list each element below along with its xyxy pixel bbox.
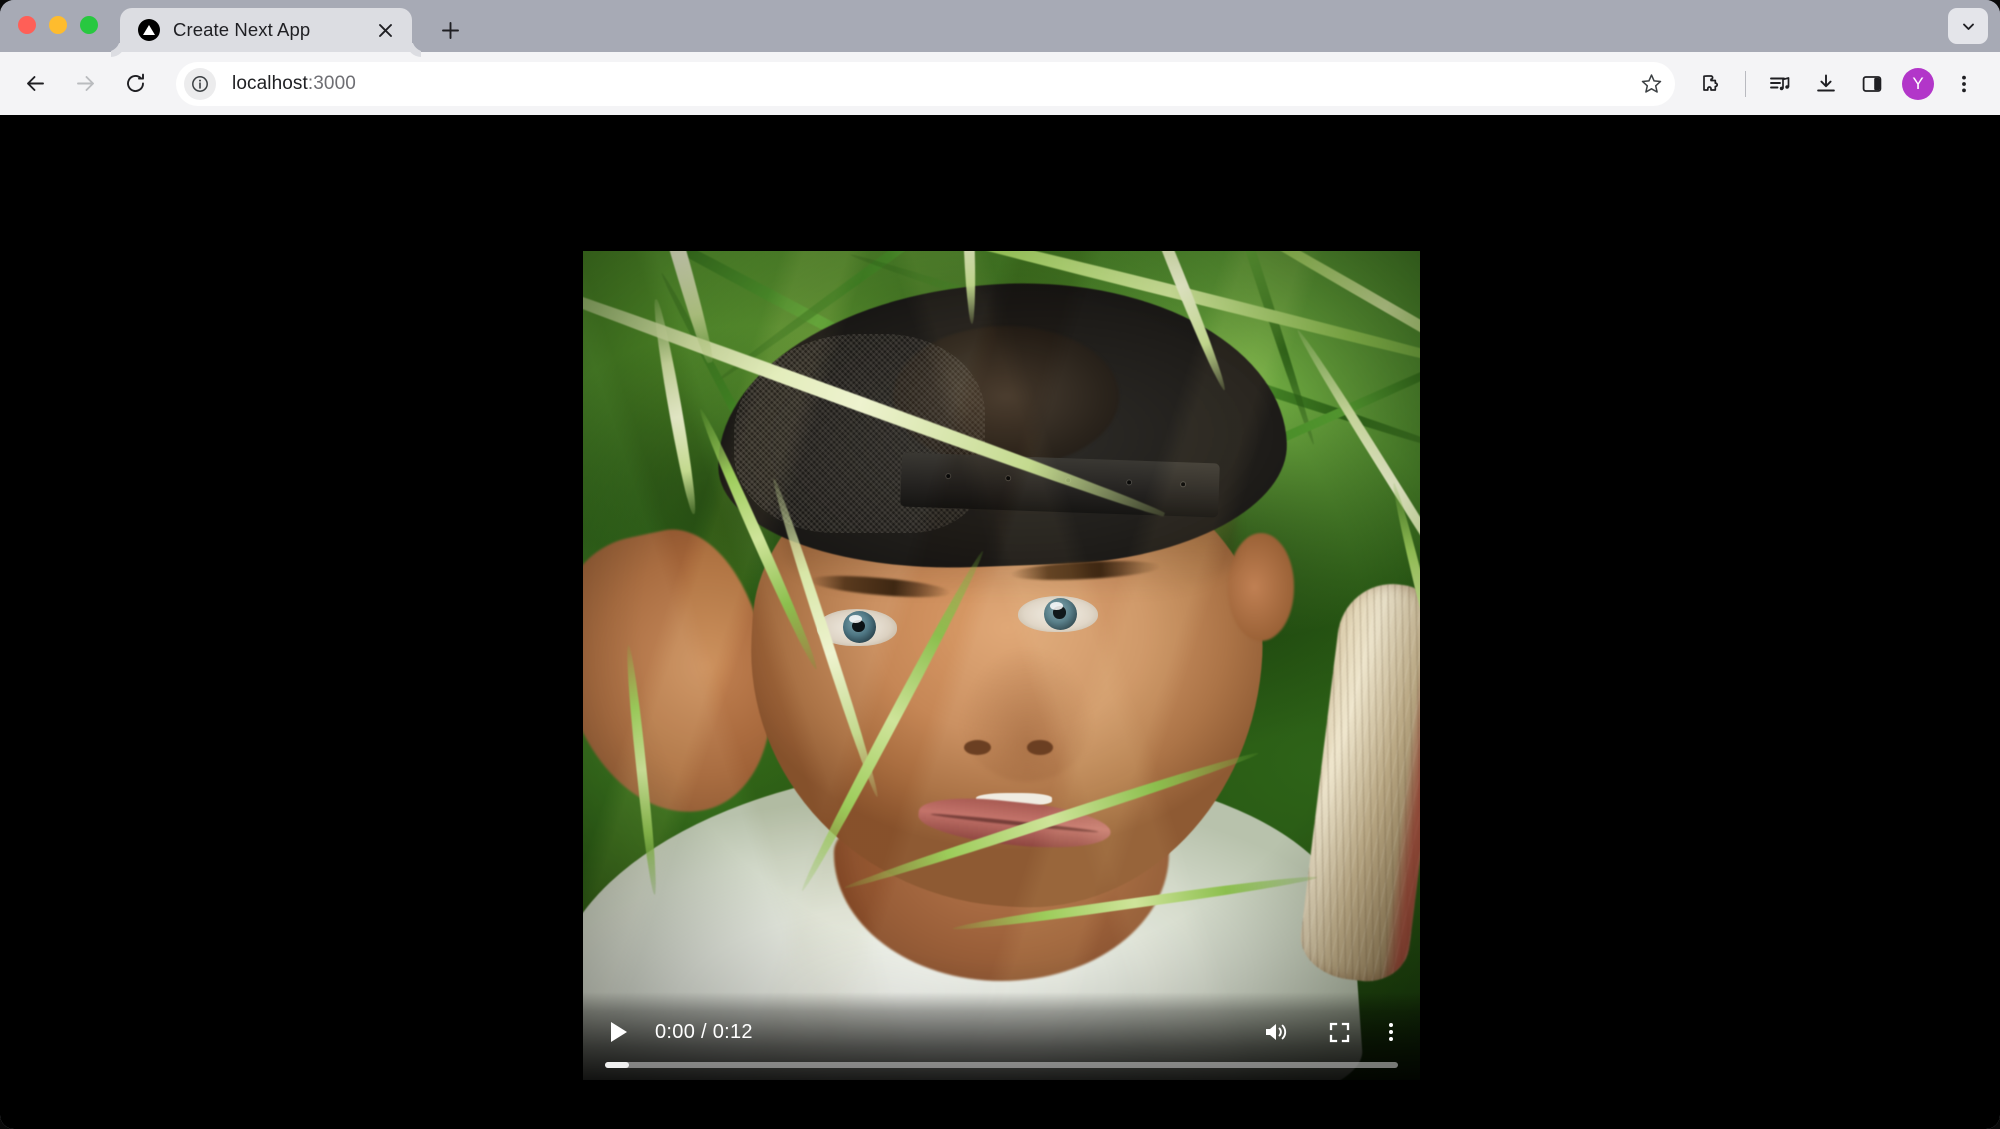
browser-toolbar: localhost:3000 Y — [0, 52, 2000, 115]
new-tab-button[interactable] — [428, 8, 472, 52]
tab-title: Create Next App — [173, 19, 311, 40]
three-dots-vertical-icon[interactable] — [1942, 62, 1986, 106]
video-controls-row: 0:00 / 0:12 — [583, 1006, 1420, 1058]
window-traffic-lights — [18, 0, 98, 52]
video-controls: 0:00 / 0:12 — [583, 992, 1420, 1080]
video-player[interactable]: 0:00 / 0:12 — [583, 251, 1420, 1080]
media-playlist-icon[interactable] — [1758, 62, 1802, 106]
maximize-window-button[interactable] — [80, 16, 98, 34]
video-overflow-menu-icon[interactable] — [1382, 1017, 1400, 1047]
play-icon[interactable] — [605, 1018, 633, 1046]
close-window-button[interactable] — [18, 16, 36, 34]
star-icon[interactable] — [1633, 66, 1669, 102]
avatar[interactable]: Y — [1896, 62, 1940, 106]
side-panel-icon[interactable] — [1850, 62, 1894, 106]
download-icon[interactable] — [1804, 62, 1848, 106]
browser-window: Create Next App localhost:3000 Y 0:00 / … — [0, 0, 2000, 1129]
video-frame — [583, 251, 1420, 1080]
tabstrip-right-controls — [1948, 8, 1988, 44]
fullscreen-icon[interactable] — [1322, 1017, 1356, 1047]
minimize-window-button[interactable] — [49, 16, 67, 34]
page-viewport: 0:00 / 0:12 — [0, 115, 2000, 1129]
toolbar-divider — [1745, 70, 1746, 97]
arrow-left-icon[interactable] — [12, 61, 58, 107]
url-text: localhost:3000 — [232, 73, 356, 95]
reload-icon[interactable] — [112, 61, 158, 107]
tab-create-next-app[interactable]: Create Next App — [120, 8, 412, 52]
tab-strip: Create Next App — [0, 0, 2000, 52]
url-port: :3000 — [307, 72, 356, 94]
video-time-display: 0:00 / 0:12 — [655, 1020, 753, 1043]
arrow-right-icon[interactable] — [62, 61, 108, 107]
close-icon[interactable] — [372, 17, 398, 43]
address-bar[interactable]: localhost:3000 — [176, 61, 1675, 106]
nextjs-logo-icon — [138, 19, 160, 41]
volume-on-icon[interactable] — [1260, 1017, 1294, 1047]
chevron-down-icon[interactable] — [1948, 8, 1988, 44]
toolbar-icon-group: Y — [1689, 62, 1986, 106]
video-progress-bar[interactable] — [605, 1062, 1398, 1068]
puzzle-piece-icon[interactable] — [1689, 62, 1733, 106]
video-vignette — [583, 251, 1420, 1080]
profile-initial: Y — [1902, 67, 1934, 100]
video-progress-area — [583, 1058, 1420, 1080]
video-progress-fill — [605, 1062, 629, 1068]
url-host: localhost — [232, 72, 308, 94]
info-circle-icon[interactable] — [184, 67, 216, 100]
